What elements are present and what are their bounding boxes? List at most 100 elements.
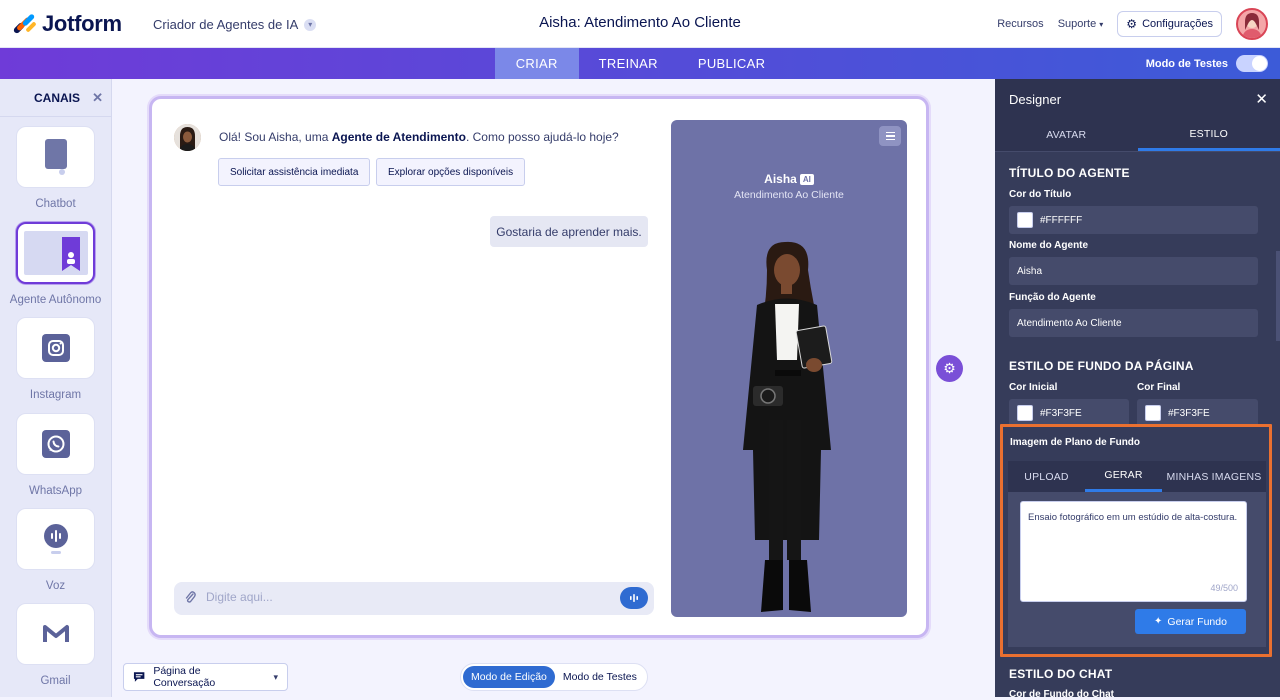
channel-label: Gmail [2,675,109,687]
color-swatch[interactable] [1017,212,1033,228]
channel-instagram[interactable]: Instagram [16,317,95,401]
mode-switch: Modo de Edição Modo de Testes [460,663,648,691]
voice-wave-icon [629,593,639,603]
generate-label: Gerar Fundo [1167,616,1227,628]
end-color-field[interactable]: #F3F3FE [1137,399,1258,427]
canvas-settings-button[interactable]: ⚙ [936,355,963,382]
channel-card [16,508,95,570]
bottom-toolbar: Página de Conversação ▾ Modo de Edição M… [112,658,995,697]
color-swatch[interactable] [1017,405,1033,421]
test-mode-toggle[interactable] [1236,55,1268,72]
start-color-label: Cor Inicial [1009,382,1057,393]
designer-scrollbar[interactable] [1276,251,1280,341]
page-bg-section: ESTILO DE FUNDO DA PÁGINA [1009,359,1194,373]
test-mode-label: Modo de Testes [1146,58,1228,70]
chat-style-section: ESTILO DO CHAT [1009,667,1112,681]
settings-button[interactable]: ⚙ Configurações [1117,11,1222,37]
quick-reply-button[interactable]: Solicitar assistência imediata [218,158,370,186]
quick-reply-button[interactable]: Explorar opções disponíveis [376,158,525,186]
background-image-title: Imagem de Plano de Fundo [1010,437,1140,448]
agent-preview-panel: AishaAI Atendimento Ao Cliente [671,120,907,617]
color-swatch[interactable] [1145,405,1161,421]
channel-chatbot[interactable]: Chatbot [16,126,95,210]
designer-title: Designer [1009,92,1061,107]
greeting-bold-text: Agente de Atendimento [332,130,466,144]
agent-canvas: Olá! Sou Aisha, uma Agente de Atendiment… [149,96,929,638]
chat-message-input[interactable] [206,590,586,604]
channel-label: Agente Autônomo [2,294,109,306]
channel-gmail[interactable]: Gmail [16,603,95,687]
agent-role-label: Função do Agente [1009,292,1096,303]
tab-minhas-imagens[interactable]: MINHAS IMAGENS [1162,461,1266,492]
agent-avatar-icon [174,124,201,151]
resources-link[interactable]: Recursos [997,18,1043,30]
builder-type-select[interactable]: Criador de Agentes de IA ▾ [153,17,316,32]
autonomous-agent-icon [24,231,88,275]
sidebar-title: CANAIS [34,91,80,105]
agent-name-input[interactable]: Aisha [1009,257,1258,285]
channel-card [16,603,95,665]
tab-gerar[interactable]: GERAR [1085,461,1162,492]
tab-publicar[interactable]: PUBLICAR [678,48,785,79]
close-icon[interactable]: ✕ [92,90,103,106]
jotform-logo[interactable]: Jotform [14,11,122,37]
builder-nav: CRIAR TREINAR PUBLICAR Modo de Testes [0,48,1280,79]
greeting-text-end: . Como posso ajudá-lo hoje? [466,130,619,144]
channel-card [16,317,95,379]
whatsapp-icon [42,430,70,458]
page-select[interactable]: Página de Conversação ▾ [123,663,288,691]
tab-criar[interactable]: CRIAR [495,48,579,79]
title-color-field[interactable]: #FFFFFF [1009,206,1258,234]
user-message: Gostaria de aprender mais. [490,216,648,247]
attachment-icon[interactable] [184,590,196,607]
title-color-value: #FFFFFF [1040,215,1082,226]
channel-label: Chatbot [2,198,109,210]
tab-upload[interactable]: UPLOAD [1008,461,1085,492]
prompt-text: Ensaio fotográfico em um estúdio de alta… [1028,512,1237,523]
tab-avatar[interactable]: AVATAR [995,119,1138,151]
close-icon[interactable]: ✕ [1255,90,1268,108]
test-mode-button[interactable]: Modo de Testes [555,666,645,688]
support-label: Suporte [1058,18,1097,30]
chatbot-icon [45,139,67,175]
agent-greeting: Olá! Sou Aisha, uma Agente de Atendiment… [219,130,619,144]
background-image-section: Imagem de Plano de Fundo UPLOAD GERAR MI… [1000,424,1272,657]
channel-agente-autonomo[interactable]: Agente Autônomo [16,222,95,306]
chat-page-icon [133,671,145,683]
user-avatar-icon [1238,10,1266,38]
chat-bg-label: Cor de Fundo do Chat [1009,689,1114,700]
tab-treinar[interactable]: TREINAR [579,48,678,79]
agent-avatar [174,124,201,151]
channel-voz[interactable]: Voz [16,508,95,592]
agent-portrait-image [671,120,907,617]
gear-icon: ⚙ [943,360,956,377]
page-select-label: Página de Conversação [153,665,259,689]
generate-background-button[interactable]: ✦ Gerar Fundo [1135,609,1246,634]
agent-role-input[interactable]: Atendimento Ao Cliente [1009,309,1258,337]
channel-card [16,222,95,284]
user-avatar[interactable] [1236,8,1268,40]
channel-whatsapp[interactable]: WhatsApp [16,413,95,497]
end-color-label: Cor Final [1137,382,1180,393]
tab-estilo[interactable]: ESTILO [1138,119,1280,151]
builder-type-label: Criador de Agentes de IA [153,17,298,32]
channels-sidebar: CANAIS ✕ Chatbot Agente Autônomo [0,79,112,697]
top-header: Jotform Criador de Agentes de IA ▾ Aisha… [0,0,1280,48]
gmail-icon [43,624,69,644]
channel-card [16,126,95,188]
edit-mode-button[interactable]: Modo de Edição [463,666,555,688]
channel-label: WhatsApp [2,485,109,497]
voice-input-button[interactable] [620,587,648,609]
agent-title-section: TÍTULO DO AGENTE [1009,166,1130,180]
chevron-down-icon: ▾ [273,672,278,683]
logo-text: Jotform [42,11,122,37]
start-color-field[interactable]: #F3F3FE [1009,399,1129,427]
chat-area: Olá! Sou Aisha, uma Agente de Atendiment… [152,99,662,635]
sparkle-icon: ✦ [1154,616,1162,627]
support-menu[interactable]: Suporte ▾ [1058,18,1104,30]
end-color-value: #F3F3FE [1168,408,1210,419]
start-color-value: #F3F3FE [1040,408,1082,419]
background-prompt-input[interactable]: Ensaio fotográfico em um estúdio de alta… [1020,501,1247,602]
page-title[interactable]: Aisha: Atendimento Ao Cliente [539,14,741,31]
generate-panel: Ensaio fotográfico em um estúdio de alta… [1008,492,1266,647]
